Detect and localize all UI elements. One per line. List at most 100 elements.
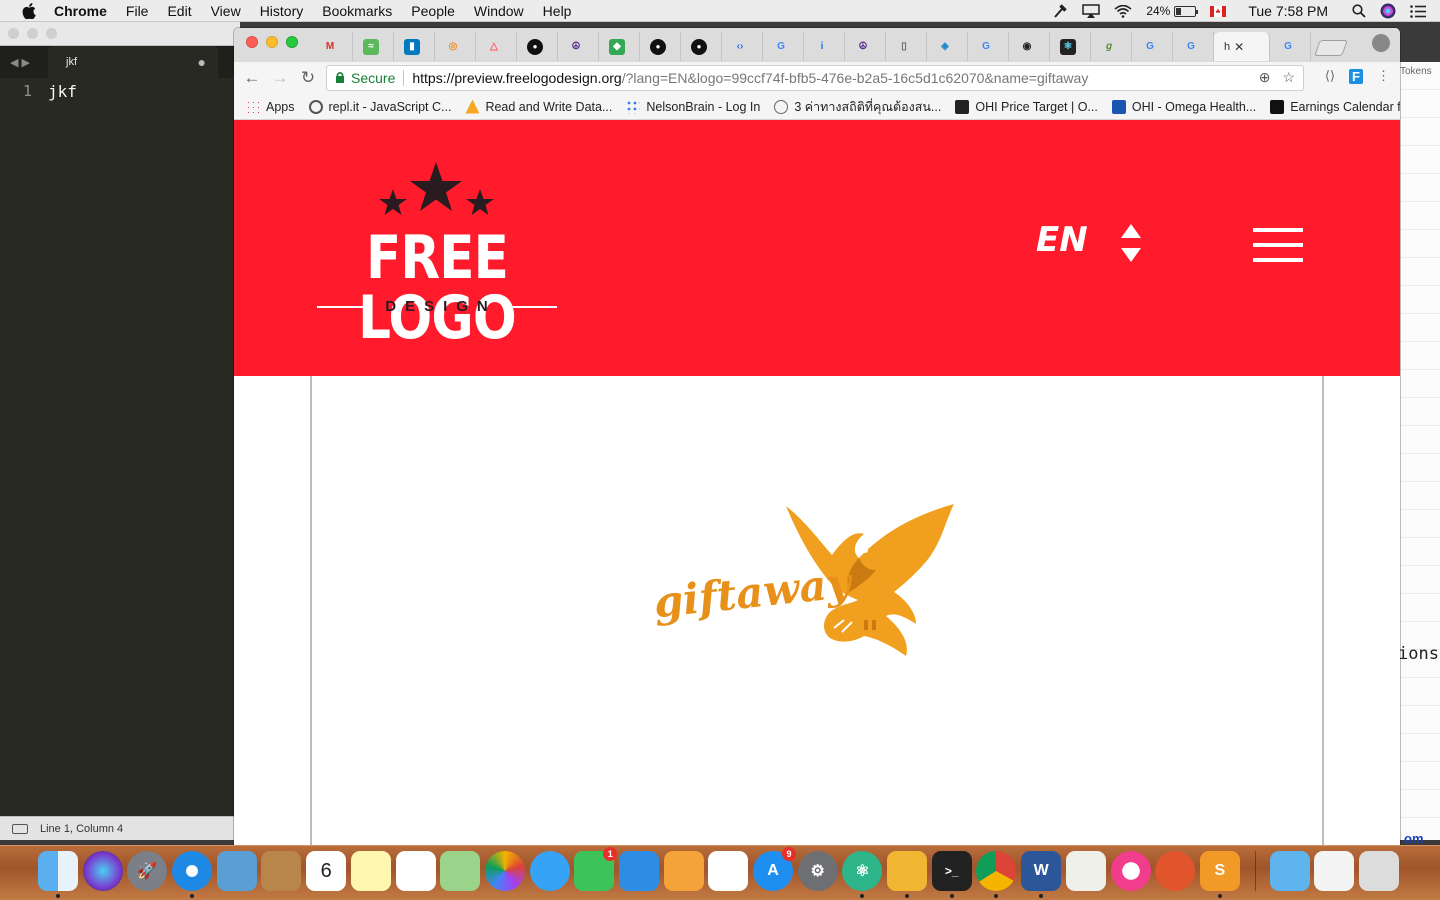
- notification-center-icon[interactable]: [1410, 4, 1426, 18]
- photos-icon[interactable]: [484, 851, 525, 891]
- new-tab-button[interactable]: [1314, 40, 1348, 56]
- tab-trello[interactable]: ▮: [394, 32, 435, 61]
- tab-react[interactable]: ⚛: [1050, 32, 1091, 61]
- bookmark-nelsonbrain[interactable]: NelsonBrain - Log In: [626, 99, 760, 114]
- tab-github-2[interactable]: ●: [640, 32, 681, 61]
- tab-airbnb[interactable]: △: [476, 32, 517, 61]
- bookmark-ohi-target[interactable]: OHI Price Target | O...: [955, 99, 1098, 114]
- tab-4[interactable]: ◎: [435, 32, 476, 61]
- pencil-app-icon[interactable]: [1155, 851, 1196, 891]
- tab-google-4[interactable]: G: [1173, 32, 1214, 61]
- terminal-icon[interactable]: >_: [931, 851, 972, 898]
- downloads-folder-icon[interactable]: [1269, 851, 1310, 891]
- app-store-icon[interactable]: A9: [753, 847, 796, 891]
- numbers-icon[interactable]: [708, 851, 749, 891]
- bookmark-replit[interactable]: repl.it - JavaScript C...: [308, 99, 451, 114]
- tab-peace-2[interactable]: ☮: [845, 32, 886, 61]
- editor-zoom-button[interactable]: [46, 28, 57, 39]
- tab-active[interactable]: h ✕: [1214, 32, 1270, 61]
- itunes-icon[interactable]: [1110, 851, 1151, 891]
- editor-minimize-button[interactable]: [27, 28, 38, 39]
- canada-flag-icon[interactable]: [1210, 5, 1227, 17]
- menu-window[interactable]: Window: [474, 3, 524, 19]
- preview-app-icon[interactable]: [216, 851, 257, 891]
- menu-bookmarks[interactable]: Bookmarks: [322, 3, 392, 19]
- facetime-icon[interactable]: 1: [574, 847, 618, 891]
- tab-doc[interactable]: ▯: [886, 32, 927, 61]
- minimize-button[interactable]: [266, 36, 278, 48]
- bookmark-stats[interactable]: 3 ค่าทางสถิติที่คุณต้องสน...: [774, 97, 941, 117]
- tab-google-2[interactable]: G: [968, 32, 1009, 61]
- word-icon[interactable]: W: [1021, 851, 1062, 898]
- menu-history[interactable]: History: [260, 3, 304, 19]
- tab-github-3[interactable]: ●: [681, 32, 722, 61]
- zoom-button[interactable]: [286, 36, 298, 48]
- language-sort-arrows-icon[interactable]: [1120, 224, 1142, 262]
- reload-icon[interactable]: ↻: [294, 64, 322, 92]
- sublime-text-icon[interactable]: S: [1199, 851, 1240, 898]
- tab-google-5[interactable]: G: [1270, 32, 1311, 61]
- secure-label[interactable]: Secure: [351, 70, 395, 86]
- bookmark-apps[interactable]: Apps: [246, 99, 295, 114]
- wifi-icon[interactable]: [1114, 4, 1132, 18]
- tab-peace-1[interactable]: ☮: [558, 32, 599, 61]
- profile-icon[interactable]: [1372, 34, 1390, 52]
- hammer-icon[interactable]: [1052, 3, 1068, 19]
- textedit-icon[interactable]: [1065, 851, 1106, 891]
- chrome-menu-icon[interactable]: ⋮: [1377, 68, 1390, 84]
- recent-document-icon[interactable]: [1314, 851, 1355, 891]
- panel-toggle-icon[interactable]: [12, 823, 28, 834]
- editor-line[interactable]: 1 jkf: [0, 80, 240, 102]
- forward-arrow-icon[interactable]: →: [266, 64, 294, 92]
- spotlight-search-icon[interactable]: [1352, 4, 1366, 18]
- lock-icon[interactable]: [335, 70, 345, 86]
- tab-code[interactable]: ‹›: [722, 32, 763, 61]
- notes-icon[interactable]: [350, 851, 391, 891]
- siri-icon[interactable]: [1380, 3, 1396, 19]
- apple-menu-icon[interactable]: [18, 0, 40, 22]
- editor-tab[interactable]: jkf ●: [48, 46, 218, 78]
- menu-help[interactable]: Help: [543, 3, 572, 19]
- language-selector[interactable]: EN: [1036, 220, 1088, 260]
- tab-2[interactable]: ≈: [353, 32, 394, 61]
- launchpad-icon[interactable]: 🚀: [127, 851, 168, 891]
- url-path[interactable]: /?lang=EN&logo=99ccf74f-bfb5-476e-b2a5-1…: [622, 70, 1089, 86]
- airplay-icon[interactable]: [1082, 4, 1101, 18]
- tab-eye[interactable]: ◉: [1009, 32, 1050, 61]
- battery-icon[interactable]: [1174, 5, 1199, 17]
- calendar-icon[interactable]: 6: [306, 851, 347, 891]
- editor-close-button[interactable]: [8, 28, 19, 39]
- messages-icon[interactable]: [529, 851, 570, 891]
- trash-icon[interactable]: [1358, 851, 1399, 891]
- hamburger-menu-icon[interactable]: [1253, 228, 1303, 264]
- bookmark-star-icon[interactable]: ☆: [1282, 69, 1295, 86]
- keynote-icon[interactable]: [618, 851, 659, 891]
- chrome-icon[interactable]: [976, 851, 1017, 898]
- tab-info[interactable]: i: [804, 32, 845, 61]
- contacts-icon[interactable]: [261, 851, 302, 891]
- xcode-hammer-icon[interactable]: [887, 851, 928, 898]
- system-preferences-icon[interactable]: ⚙: [797, 851, 838, 891]
- tab-bird[interactable]: ◈: [927, 32, 968, 61]
- zoom-icon[interactable]: ⊕: [1259, 69, 1271, 86]
- menu-view[interactable]: View: [211, 3, 241, 19]
- clock[interactable]: Tue 7:58 PM: [1248, 3, 1328, 19]
- tab-maps[interactable]: ◆: [599, 32, 640, 61]
- menu-file[interactable]: File: [126, 3, 149, 19]
- pages-icon[interactable]: [663, 851, 704, 891]
- atom-icon[interactable]: ⚛: [842, 851, 883, 898]
- bookmark-earnings[interactable]: Earnings Calendar fo...: [1270, 99, 1400, 114]
- unsaved-dot-icon[interactable]: ●: [198, 54, 206, 70]
- safari-icon[interactable]: [172, 851, 213, 898]
- translate-extension-icon[interactable]: F: [1349, 68, 1363, 84]
- close-tab-icon[interactable]: ✕: [1234, 40, 1244, 54]
- reminders-icon[interactable]: [395, 851, 436, 891]
- editor-tab-nav-arrows[interactable]: ◀ ▶: [0, 56, 48, 69]
- finder-icon[interactable]: [38, 851, 78, 898]
- address-bar[interactable]: Secure https://preview.freelogodesign.or…: [326, 65, 1304, 91]
- menu-app-name[interactable]: Chrome: [54, 3, 107, 19]
- tab-google-1[interactable]: G: [763, 32, 804, 61]
- url-host[interactable]: https://preview.freelogodesign.org: [412, 70, 621, 86]
- menu-people[interactable]: People: [411, 3, 455, 19]
- bookmark-firebase[interactable]: Read and Write Data...: [465, 99, 612, 114]
